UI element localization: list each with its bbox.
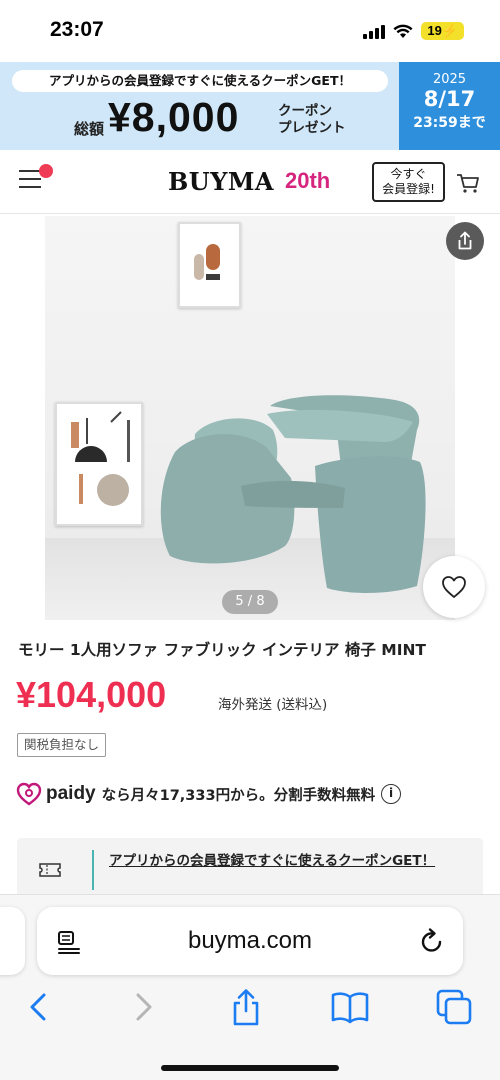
share-icon (458, 231, 472, 250)
promo-amount: ¥8,000 (108, 94, 240, 140)
status-icons: 19⚡ (363, 22, 464, 40)
info-icon[interactable]: i (381, 784, 402, 804)
forward-icon (136, 993, 152, 1021)
browser-toolbar (0, 987, 500, 1027)
charging-icon: ⚡ (441, 23, 458, 38)
cart-icon[interactable] (456, 172, 480, 194)
paidy-row[interactable]: paidy なら月々17,333円から。分割手数料無料 i (16, 780, 402, 808)
url-text[interactable]: buyma.com (37, 927, 463, 955)
previous-tab-peek[interactable] (0, 907, 25, 975)
signal-icon (363, 23, 386, 39)
logo-20th-badge: 20th (285, 168, 331, 193)
product-gallery[interactable]: 5 / 8 (0, 214, 500, 622)
tabs-button[interactable] (434, 987, 474, 1027)
promo-total-label: 総額 (74, 120, 105, 138)
coupon-divider (92, 850, 94, 890)
register-button[interactable]: 今すぐ 会員登録! (372, 162, 445, 202)
register-line2: 会員登録! (382, 182, 435, 196)
reload-icon[interactable] (419, 927, 445, 955)
product-title: モリー 1人用ソファ ファブリック インテリア 椅子 MINT (18, 641, 427, 659)
notification-dot (39, 164, 53, 178)
status-bar: 23:07 19⚡ (0, 0, 500, 62)
wifi-icon (393, 24, 413, 38)
share-button[interactable] (446, 222, 484, 260)
home-indicator[interactable] (161, 1065, 339, 1071)
product-photo[interactable] (45, 216, 455, 620)
register-line1: 今すぐ (390, 167, 427, 181)
battery-indicator: 19⚡ (421, 22, 464, 40)
coupon-link[interactable]: アプリからの会員登録ですぐに使えるクーポンGET！ (109, 850, 449, 872)
paidy-logo-icon (16, 782, 42, 806)
shipping-info: 海外発送 (送料込) (218, 697, 328, 713)
duty-badge: 関税負担なし (17, 733, 107, 757)
back-icon (30, 993, 46, 1021)
promo-banner[interactable]: アプリからの会員登録ですぐに使えるクーポンGET！ 総額 ¥8,000 クーポン… (0, 62, 500, 150)
promo-subtitle: アプリからの会員登録ですぐに使えるクーポンGET！ (12, 70, 388, 92)
share-page-button[interactable] (226, 987, 266, 1027)
bookmarks-icon (331, 992, 369, 1024)
buyma-logo[interactable]: BUYMA (168, 167, 274, 196)
paidy-brand: paidy (46, 783, 96, 804)
back-button[interactable] (18, 987, 58, 1027)
promo-coupon-line2: プレゼント (278, 120, 346, 136)
tabs-icon (436, 989, 472, 1025)
promo-coupon-line1: クーポン (278, 103, 332, 119)
bookmarks-button[interactable] (330, 987, 370, 1027)
sofa-image (160, 395, 426, 593)
promo-main[interactable]: アプリからの会員登録ですぐに使えるクーポンGET！ 総額 ¥8,000 クーポン… (0, 62, 399, 150)
address-bar[interactable]: buyma.com (37, 907, 463, 975)
share-icon (233, 989, 259, 1026)
site-header: BUYMA 20th 今すぐ 会員登録! (0, 150, 500, 214)
product-price: ¥104,000 (16, 674, 167, 715)
battery-level: 19 (427, 23, 442, 38)
promo-date-time: 23:59まで (413, 115, 486, 131)
forward-button[interactable] (124, 987, 164, 1027)
coupon-icon (39, 863, 61, 877)
status-time: 23:07 (50, 18, 104, 41)
heart-icon (442, 576, 466, 598)
promo-deadline: 2025 8/17 23:59まで (399, 62, 500, 150)
favorite-button[interactable] (423, 556, 485, 618)
browser-bottom-bar: buyma.com (0, 894, 500, 1080)
paidy-installment-text: なら月々17,333円から。分割手数料無料 (101, 787, 376, 804)
promo-coupon-text: クーポン プレゼント (278, 103, 346, 137)
coupon-banner[interactable]: アプリからの会員登録ですぐに使えるクーポンGET！ (17, 838, 483, 898)
image-counter: 5 / 8 (222, 590, 278, 614)
promo-date-day: 8/17 (423, 87, 476, 111)
promo-date-year: 2025 (432, 72, 467, 87)
